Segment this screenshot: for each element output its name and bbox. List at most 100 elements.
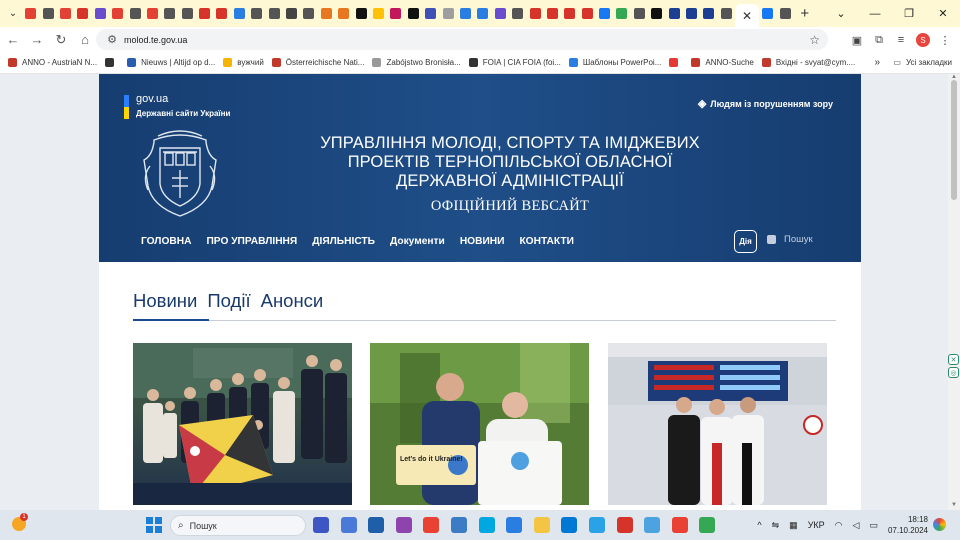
diia-button[interactable]: Дія [734, 230, 757, 253]
tab-favicon[interactable] [213, 0, 230, 27]
bookmark-item[interactable]: Шаблоны PowerPoi... [568, 58, 661, 67]
tab-favicon[interactable] [776, 0, 793, 27]
clock[interactable]: 18:18 07.10.2024 [888, 514, 928, 536]
bookmark-item[interactable]: FOIA | CIA FOIA (foi... [468, 58, 561, 67]
taskbar-app-icon[interactable] [644, 517, 661, 533]
url-text[interactable]: molod.te.gov.ua [124, 35, 187, 45]
bookmark-item[interactable]: ANNO-Suche [691, 58, 754, 67]
tab-favicon[interactable] [126, 0, 143, 27]
tab-favicon[interactable] [300, 0, 317, 27]
tab-favicon[interactable] [318, 0, 335, 27]
active-tab-close-button[interactable]: ✕ [735, 4, 760, 27]
tab-favicon[interactable] [665, 0, 682, 27]
tab-favicon[interactable] [92, 0, 109, 27]
new-tab-button[interactable]: + [796, 5, 814, 23]
tab-favicon[interactable] [405, 0, 422, 27]
taskbar-app-icon[interactable] [533, 517, 550, 533]
bookmark-item[interactable] [105, 58, 119, 67]
taskbar-app-icon[interactable] [506, 517, 523, 533]
chevron-up-icon[interactable]: ^ [757, 520, 761, 530]
scroll-down-arrow[interactable]: ▼ [948, 502, 960, 510]
battery-icon[interactable]: ▭ [869, 520, 878, 531]
tab-favicon[interactable] [283, 0, 300, 27]
bookmark-item[interactable]: Вхідні - svyat@cym.... [761, 58, 855, 67]
tab-favicon[interactable] [631, 0, 648, 27]
tab-favicon[interactable] [492, 0, 509, 27]
tab-favicon[interactable] [439, 0, 456, 27]
bookmark-item[interactable]: ANNO - AustriaN N... [8, 58, 97, 67]
tab-favicon[interactable] [544, 0, 561, 27]
reload-button[interactable]: ↻ [50, 29, 72, 51]
tab-favicon[interactable] [335, 0, 352, 27]
nav-about[interactable]: ПРО УПРАВЛІННЯ [206, 236, 297, 247]
gov-ua-link[interactable]: gov.ua [136, 93, 168, 105]
taskbar-app-icon[interactable] [313, 517, 329, 533]
weather-widget-icon[interactable]: 1 [12, 513, 28, 531]
news-card-image-2[interactable]: Let's do it Ukraine! [370, 343, 589, 505]
tab-favicon[interactable] [352, 0, 369, 27]
news-card-image-3[interactable] [608, 343, 827, 505]
taskbar-app-icon[interactable] [699, 517, 716, 533]
tab-favicon[interactable] [579, 0, 596, 27]
nav-contacts[interactable]: КОНТАКТИ [519, 236, 573, 247]
tab-news[interactable]: Новини [133, 290, 197, 312]
bookmark-item[interactable]: Zabójstwo Bronisła... [372, 58, 461, 67]
tab-favicon[interactable] [457, 0, 474, 27]
tab-favicon[interactable] [422, 0, 439, 27]
bookmark-item[interactable] [669, 58, 683, 67]
tab-favicon[interactable] [22, 0, 39, 27]
accessibility-link[interactable]: ◈ Людям із порушенням зору [698, 97, 833, 110]
nav-home[interactable]: ГОЛОВНА [141, 236, 191, 247]
tab-favicon[interactable] [39, 0, 56, 27]
nav-activity[interactable]: ДІЯЛЬНІСТЬ [312, 236, 375, 247]
back-button[interactable]: ← [2, 29, 24, 51]
tab-favicon[interactable] [613, 0, 630, 27]
tab-favicon[interactable] [161, 0, 178, 27]
reading-list-icon[interactable]: ≡ [890, 29, 912, 51]
tab-search-button[interactable]: ⌄ [4, 5, 22, 23]
switch-icon[interactable]: ⇋ [772, 520, 780, 531]
bookmark-item[interactable]: вужчий [223, 58, 264, 67]
facebook-icon[interactable] [767, 235, 776, 244]
tab-favicon[interactable] [561, 0, 578, 27]
taskbar-app-icon[interactable] [589, 517, 605, 533]
taskbar-app-icon[interactable] [451, 517, 467, 533]
taskbar-search-box[interactable]: ⌕ Пошук [170, 515, 306, 536]
taskbar-app-icon[interactable] [340, 517, 357, 533]
widget-close-icon[interactable]: ✕ [948, 354, 959, 365]
tab-favicon[interactable] [231, 0, 248, 27]
site-info-icon[interactable]: ⚙ [102, 33, 122, 46]
tab-favicon[interactable] [265, 0, 282, 27]
volume-icon[interactable]: ◁ [853, 520, 860, 531]
extensions-icon[interactable]: ⧉ [868, 29, 890, 51]
close-window-button[interactable]: ✕ [926, 0, 960, 27]
minimize-button[interactable]: — [858, 0, 892, 27]
tab-events[interactable]: Події [207, 290, 250, 312]
tab-favicon[interactable] [759, 0, 776, 27]
tab-favicon[interactable] [718, 0, 735, 27]
news-card-image-1[interactable] [133, 343, 352, 505]
bookmark-item[interactable]: Österreichische Nati... [271, 58, 364, 67]
nav-documents[interactable]: Документи [390, 236, 445, 247]
widget-accessibility-icon[interactable]: ◎ [948, 367, 959, 378]
tab-favicon[interactable] [109, 0, 126, 27]
bookmark-star-icon[interactable]: ☆ [809, 33, 820, 47]
bookmark-item[interactable]: Nieuws | Altijd op d... [127, 58, 215, 67]
tab-favicon[interactable] [74, 0, 91, 27]
windows-start-button[interactable] [146, 517, 162, 533]
tab-favicon[interactable] [596, 0, 613, 27]
language-indicator[interactable]: УКР [808, 520, 825, 530]
translate-icon[interactable]: ▣ [846, 29, 868, 51]
wifi-icon[interactable]: ◠ [835, 520, 843, 531]
nav-news[interactable]: НОВИНИ [460, 236, 505, 247]
forward-button[interactable]: → [26, 29, 48, 51]
taskbar-app-icon[interactable] [395, 517, 412, 533]
tab-favicon[interactable] [474, 0, 491, 27]
copilot-icon[interactable] [933, 518, 946, 531]
bookmarks-overflow-button[interactable]: » [874, 57, 880, 68]
tab-favicon[interactable] [196, 0, 213, 27]
address-bar[interactable]: ⚙ molod.te.gov.ua ☆ [96, 29, 828, 50]
tab-favicon[interactable] [526, 0, 543, 27]
tab-favicon[interactable] [179, 0, 196, 27]
taskbar-app-icon[interactable] [561, 517, 578, 533]
